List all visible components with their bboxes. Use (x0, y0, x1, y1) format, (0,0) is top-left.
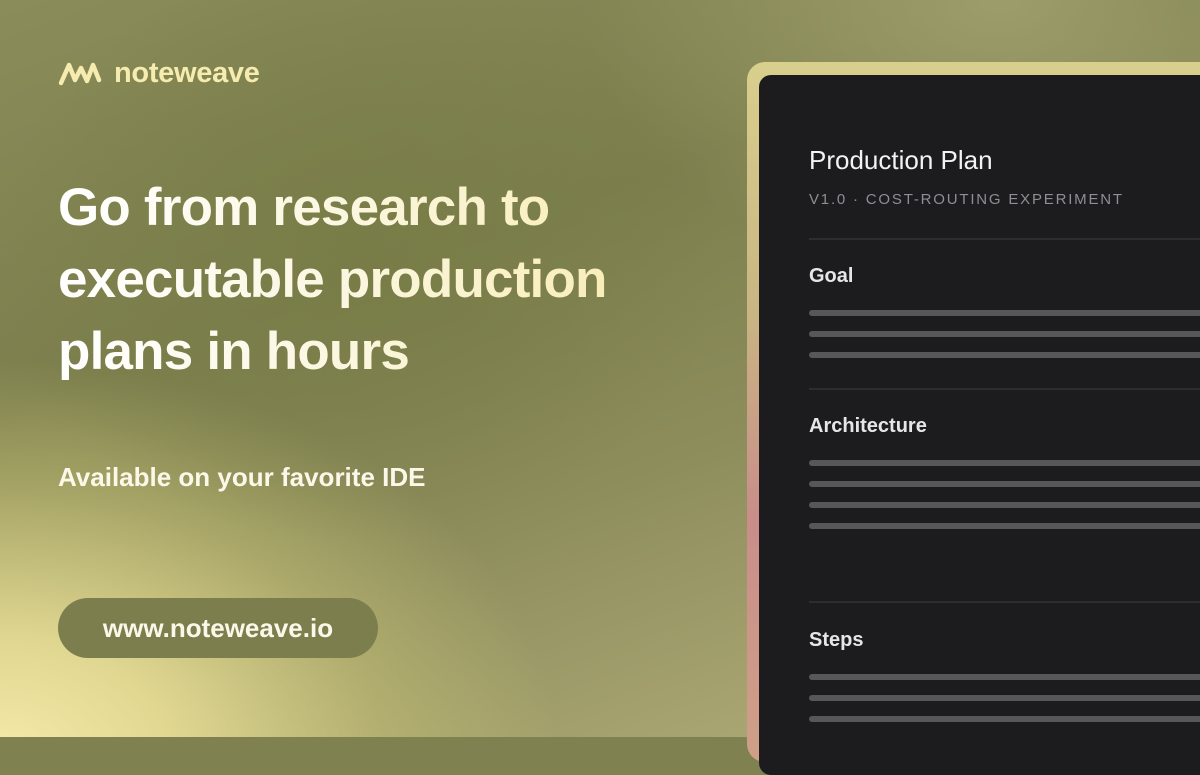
placeholder-text-line (809, 352, 1200, 358)
brand-name: noteweave (114, 56, 260, 89)
document-preview: Production Plan V1.0 · COST-ROUTING EXPE… (759, 75, 1200, 775)
placeholder-text-line (809, 310, 1200, 316)
section-divider (809, 388, 1200, 390)
brand-logo[interactable]: noteweave (58, 56, 260, 90)
section-title-goal: Goal (809, 265, 854, 287)
website-link-button[interactable]: www.noteweave.io (58, 598, 378, 658)
placeholder-text-line (809, 695, 1200, 701)
wave-icon (58, 62, 102, 86)
section-divider (809, 238, 1200, 240)
placeholder-text-line (809, 460, 1200, 466)
document-title: Production Plan (809, 145, 993, 175)
section-divider (809, 601, 1200, 603)
hero-headline: Go from research to executable productio… (58, 172, 718, 388)
document-version-label: V1.0 · COST-ROUTING EXPERIMENT (809, 191, 1124, 208)
placeholder-text-line (809, 481, 1200, 487)
hero-subtitle: Available on your favorite IDE (58, 462, 426, 492)
placeholder-text-line (809, 523, 1200, 529)
placeholder-text-line (809, 502, 1200, 508)
section-title-architecture: Architecture (809, 415, 927, 437)
placeholder-text-line (809, 674, 1200, 680)
placeholder-text-line (809, 331, 1200, 337)
section-title-steps: Steps (809, 629, 864, 651)
placeholder-text-line (809, 716, 1200, 722)
